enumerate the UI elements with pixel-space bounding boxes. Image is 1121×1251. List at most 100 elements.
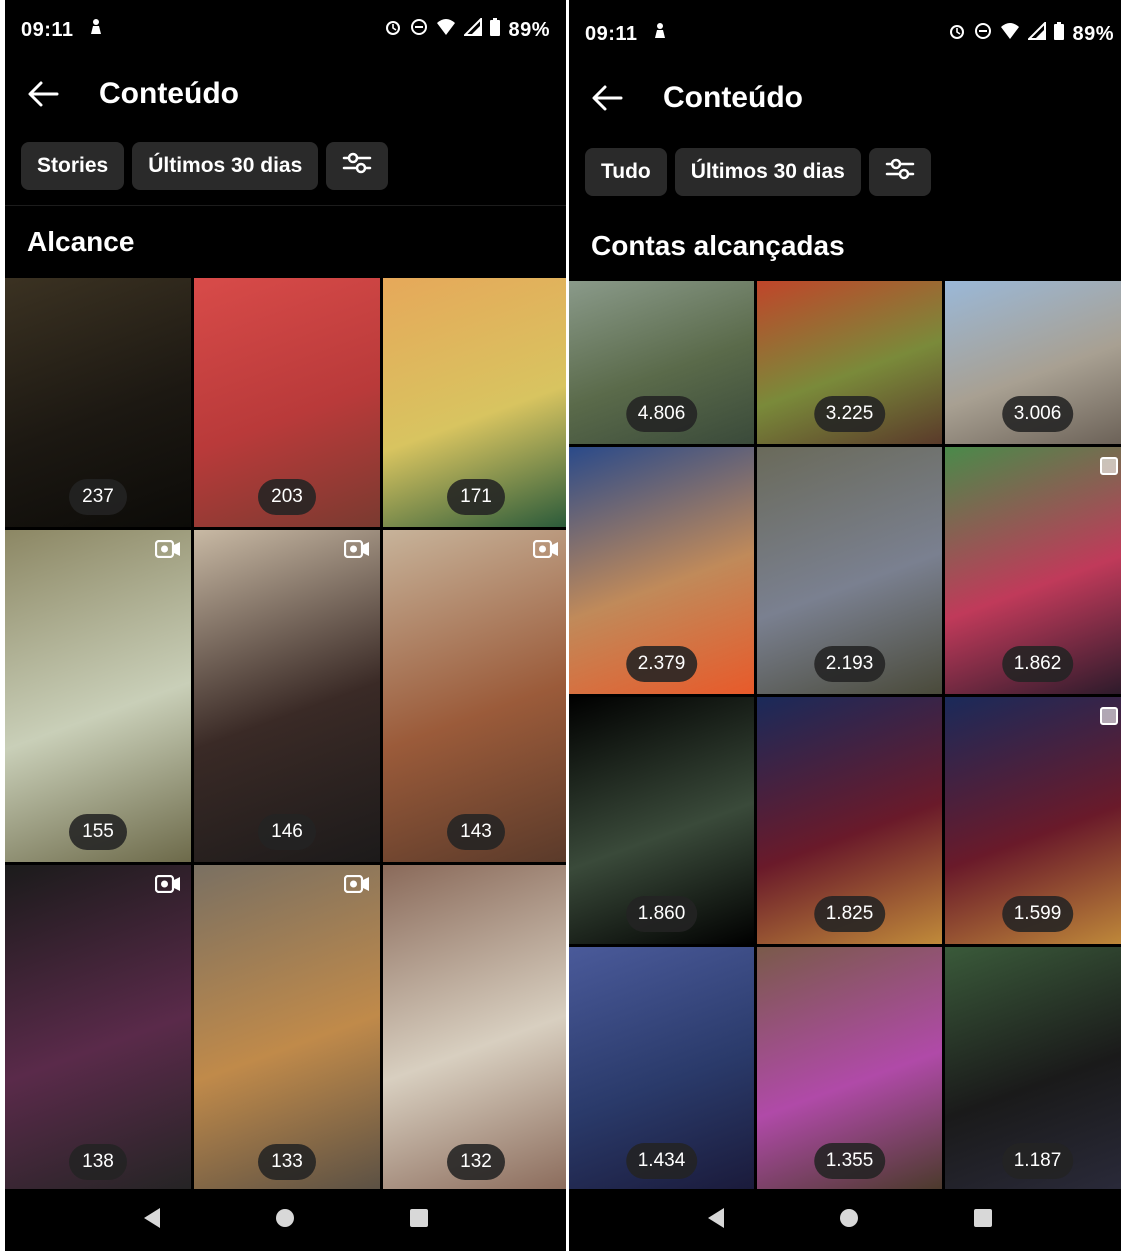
content-type-filter-chip[interactable]: Tudo: [585, 148, 667, 196]
status-time: 09:11: [585, 22, 638, 45]
signal-icon: [1027, 20, 1047, 46]
stories-grid: 237 203 171 155 146 143 138 133 132: [5, 278, 566, 1192]
nav-home-button[interactable]: [829, 1200, 869, 1240]
video-story-icon: [532, 539, 559, 563]
battery-icon: [490, 18, 501, 42]
post-tile[interactable]: 1.862: [945, 447, 1121, 694]
nav-recents-button[interactable]: [963, 1200, 1003, 1240]
reach-count-badge: 1.434: [625, 1143, 698, 1179]
reach-count-badge: 155: [69, 814, 127, 850]
content-type-filter-chip[interactable]: Stories: [21, 142, 125, 190]
top-app-bar: Conteúdo: [569, 68, 1121, 128]
reach-count-badge: 237: [69, 479, 127, 515]
alarm-icon: [384, 18, 402, 42]
reach-count-badge: 132: [447, 1144, 505, 1180]
phone-screen-all-content: 09:11 89% Conteúdo Tudo Últimos 30 dias …: [569, 0, 1121, 1251]
reach-count-badge: 143: [447, 814, 505, 850]
status-bar: 09:11 89%: [5, 0, 566, 60]
battery-icon: [1054, 22, 1065, 46]
reach-count-badge: 4.806: [625, 396, 698, 432]
page-title: Conteúdo: [663, 81, 803, 114]
reach-count-badge: 146: [258, 814, 316, 850]
filter-settings-button[interactable]: [868, 148, 931, 196]
nav-recents-icon: [409, 1208, 429, 1233]
battery-level: 89%: [1072, 22, 1114, 45]
nav-back-button[interactable]: [696, 1200, 736, 1240]
video-story-icon: [343, 539, 370, 563]
divider: [5, 205, 566, 206]
video-story-icon: [154, 539, 181, 563]
video-story-icon: [343, 874, 370, 898]
reach-count-badge: 2.379: [625, 646, 698, 682]
nav-recents-button[interactable]: [399, 1200, 439, 1240]
reach-count-badge: 1.187: [1001, 1143, 1074, 1179]
android-nav-bar: [569, 1189, 1121, 1251]
date-range-filter-chip[interactable]: Últimos 30 dias: [674, 148, 861, 196]
story-tile[interactable]: 132: [383, 865, 566, 1192]
story-tile[interactable]: 203: [194, 278, 380, 527]
reach-count-badge: 2.193: [813, 646, 886, 682]
post-tile[interactable]: 1.825: [757, 697, 942, 944]
filter-bar: Stories Últimos 30 dias: [21, 142, 566, 190]
story-tile[interactable]: 143: [383, 530, 566, 862]
page-title: Conteúdo: [99, 77, 239, 110]
post-tile[interactable]: 4.806: [569, 281, 754, 444]
back-arrow-icon[interactable]: [25, 76, 61, 112]
reach-count-badge: 138: [69, 1144, 127, 1180]
nav-back-button[interactable]: [132, 1200, 172, 1240]
status-bar: 09:11 89%: [569, 4, 1121, 64]
carousel-icon: [1100, 707, 1118, 725]
story-tile[interactable]: 171: [383, 278, 566, 527]
do-not-disturb-icon: [410, 18, 428, 42]
wifi-icon: [1000, 22, 1020, 46]
story-tile[interactable]: 237: [5, 278, 191, 527]
reach-count-badge: 171: [447, 479, 505, 515]
back-arrow-icon[interactable]: [589, 80, 625, 116]
posts-grid: 4.806 3.225 3.006 2.379 2.193 1.862 1.860 1.825…: [569, 281, 1121, 1191]
sliders-icon: [342, 151, 372, 181]
reach-count-badge: 1.825: [813, 896, 886, 932]
sliders-icon: [885, 157, 915, 187]
video-story-icon: [154, 874, 181, 898]
signal-icon: [463, 16, 483, 42]
filter-settings-button[interactable]: [326, 142, 389, 190]
section-title: Alcance: [27, 226, 135, 257]
wifi-icon: [436, 18, 456, 42]
reach-count-badge: 1.599: [1001, 896, 1074, 932]
reach-count-badge: 133: [258, 1144, 316, 1180]
carousel-icon: [1100, 457, 1118, 475]
notification-icon: [652, 22, 668, 46]
post-tile[interactable]: 1.355: [757, 947, 942, 1191]
post-tile[interactable]: 1.599: [945, 697, 1121, 944]
story-tile[interactable]: 138: [5, 865, 191, 1192]
nav-home-button[interactable]: [265, 1200, 305, 1240]
nav-home-icon: [275, 1208, 295, 1233]
post-tile[interactable]: 1.860: [569, 697, 754, 944]
phone-screen-stories: 09:11 89% Conteúdo Stories Últimos 30 di…: [5, 0, 566, 1251]
post-tile[interactable]: 1.187: [945, 947, 1121, 1191]
nav-home-icon: [839, 1208, 859, 1233]
post-tile[interactable]: 2.193: [757, 447, 942, 694]
reach-count-badge: 3.006: [1001, 396, 1074, 432]
reach-count-badge: 3.225: [813, 396, 886, 432]
filter-bar: Tudo Últimos 30 dias: [585, 148, 1121, 196]
android-nav-bar: [5, 1189, 566, 1251]
nav-back-icon: [142, 1207, 162, 1234]
reach-count-badge: 1.355: [813, 1143, 886, 1179]
nav-back-icon: [706, 1207, 726, 1234]
alarm-icon: [948, 22, 966, 46]
nav-recents-icon: [973, 1208, 993, 1233]
reach-count-badge: 203: [258, 479, 316, 515]
story-tile[interactable]: 146: [194, 530, 380, 862]
post-tile[interactable]: 2.379: [569, 447, 754, 694]
status-time: 09:11: [21, 18, 74, 41]
story-tile[interactable]: 155: [5, 530, 191, 862]
do-not-disturb-icon: [974, 22, 992, 46]
post-tile[interactable]: 1.434: [569, 947, 754, 1191]
post-tile[interactable]: 3.006: [945, 281, 1121, 444]
story-tile[interactable]: 133: [194, 865, 380, 1192]
date-range-filter-chip[interactable]: Últimos 30 dias: [132, 142, 319, 190]
notification-icon: [88, 18, 104, 42]
top-app-bar: Conteúdo: [5, 64, 566, 124]
post-tile[interactable]: 3.225: [757, 281, 942, 444]
